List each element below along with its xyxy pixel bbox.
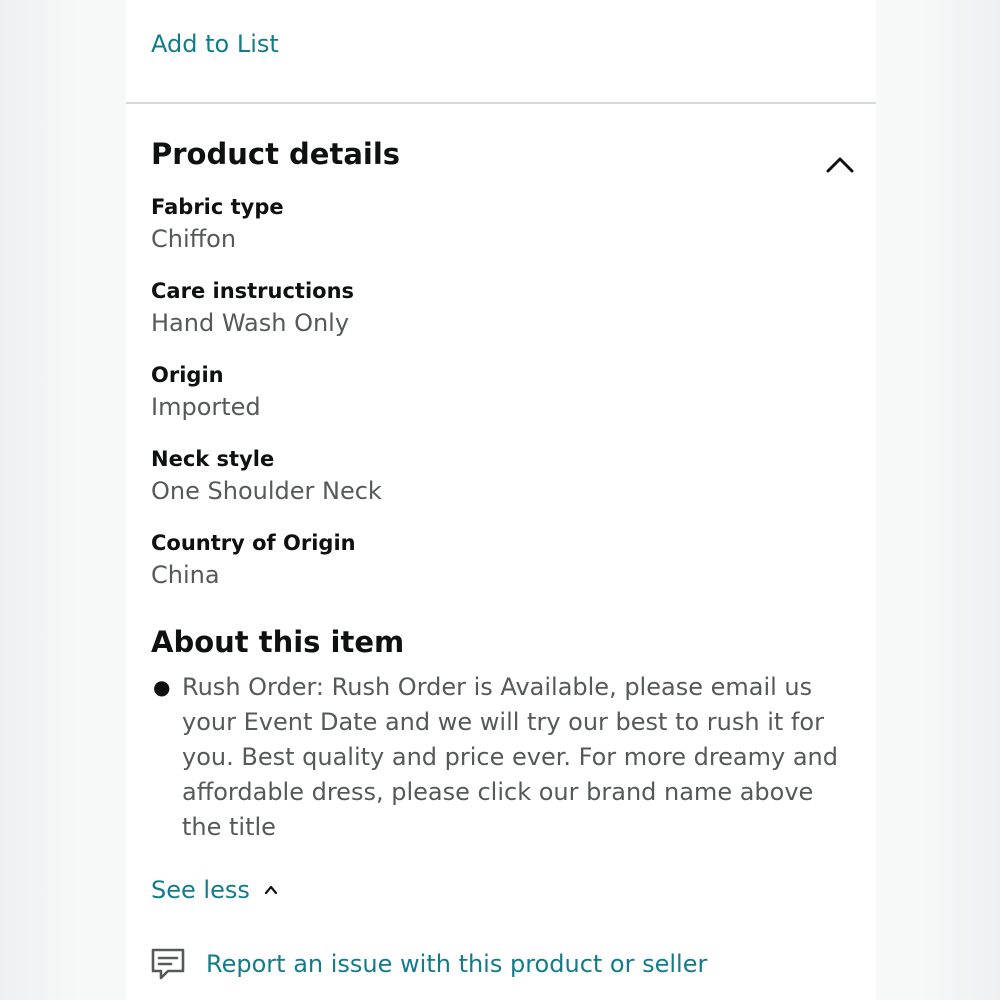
- detail-row-fabric-type: Fabric type Chiffon: [151, 192, 841, 276]
- detail-value: China: [151, 561, 220, 589]
- detail-row-origin: Origin Imported: [151, 360, 841, 444]
- detail-label: Neck style: [151, 447, 275, 471]
- add-to-list-link[interactable]: Add to List: [151, 28, 279, 60]
- bullet-icon: ●: [153, 675, 171, 699]
- about-item-text: Rush Order: Rush Order is Available, ple…: [182, 673, 838, 841]
- see-less-label: See less: [151, 876, 250, 904]
- detail-row-neck-style: Neck style One Shoulder Neck: [151, 444, 841, 528]
- section-divider: [126, 102, 876, 104]
- detail-value: Imported: [151, 393, 261, 421]
- report-issue-label: Report an issue with this product or sel…: [206, 950, 708, 978]
- detail-label: Country of Origin: [151, 531, 356, 555]
- about-item-list: ● Rush Order: Rush Order is Available, p…: [151, 670, 851, 845]
- detail-label: Care instructions: [151, 279, 355, 303]
- message-flag-icon: [151, 948, 185, 980]
- product-details-collapse-button[interactable]: [822, 148, 858, 184]
- detail-value: Hand Wash Only: [151, 309, 350, 337]
- product-details-list: Fabric type Chiffon Care instructions Ha…: [151, 192, 841, 612]
- see-less-link[interactable]: See less: [151, 873, 278, 907]
- product-details-title: Product details: [151, 137, 401, 171]
- detail-row-care-instructions: Care instructions Hand Wash Only: [151, 276, 841, 360]
- detail-value: One Shoulder Neck: [151, 477, 382, 505]
- about-this-item-title: About this item: [151, 625, 405, 659]
- report-issue-link[interactable]: Report an issue with this product or sel…: [150, 944, 707, 984]
- detail-label: Fabric type: [151, 195, 284, 219]
- detail-value: Chiffon: [151, 225, 237, 253]
- chevron-up-icon: [264, 885, 277, 895]
- chevron-up-icon: [826, 157, 854, 173]
- detail-label: Origin: [151, 363, 224, 387]
- product-page-panel: Add to List Product details Fabric type …: [126, 0, 876, 1000]
- list-item: ● Rush Order: Rush Order is Available, p…: [151, 670, 851, 845]
- detail-row-country-of-origin: Country of Origin China: [151, 528, 841, 612]
